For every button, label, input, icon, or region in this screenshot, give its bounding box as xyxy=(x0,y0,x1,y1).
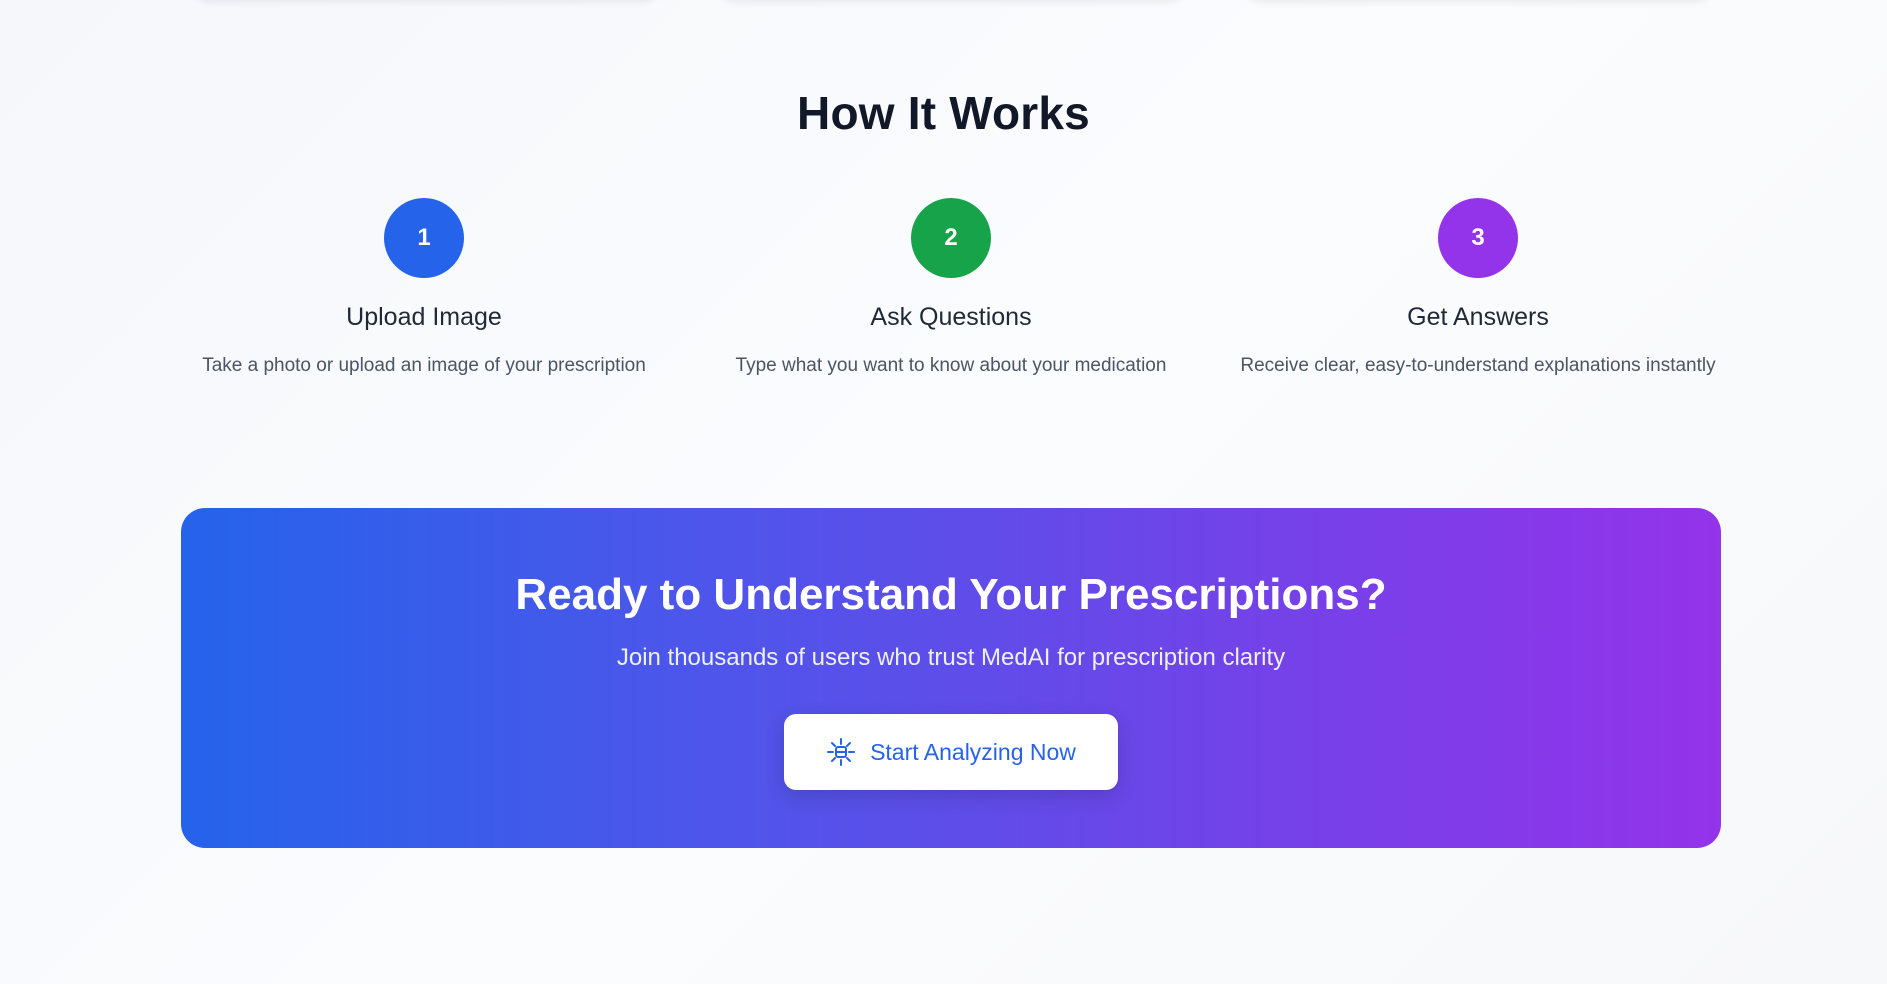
step-number-badge: 3 xyxy=(1438,198,1518,278)
sparkle-icon xyxy=(826,737,856,767)
step-description: Type what you want to know about your me… xyxy=(735,355,1167,376)
cta-banner: Ready to Understand Your Prescriptions? … xyxy=(181,508,1721,848)
step-ask-questions: 2 Ask Questions Type what you want to kn… xyxy=(688,198,1214,381)
start-analyzing-label: Start Analyzing Now xyxy=(870,738,1076,765)
cta-subtitle: Join thousands of users who trust MedAI … xyxy=(616,644,1286,671)
how-it-works-title: How It Works xyxy=(797,87,1090,139)
step-title: Get Answers xyxy=(1407,303,1549,331)
step-description: Take a photo or upload an image of your … xyxy=(202,355,646,376)
step-number-badge: 2 xyxy=(911,198,991,278)
step-title: Upload Image xyxy=(346,303,502,331)
start-analyzing-button[interactable]: Start Analyzing Now xyxy=(784,714,1118,790)
step-title: Ask Questions xyxy=(870,303,1032,331)
step-upload-image: 1 Upload Image Take a photo or upload an… xyxy=(161,198,687,381)
step-description: Receive clear, easy-to-understand explan… xyxy=(1240,355,1716,376)
step-number-badge: 1 xyxy=(384,198,464,278)
step-get-answers: 3 Get Answers Receive clear, easy-to-und… xyxy=(1215,198,1741,381)
steps-list: 1 Upload Image Take a photo or upload an… xyxy=(0,198,1887,418)
cta-title: Ready to Understand Your Prescriptions? xyxy=(515,570,1387,619)
